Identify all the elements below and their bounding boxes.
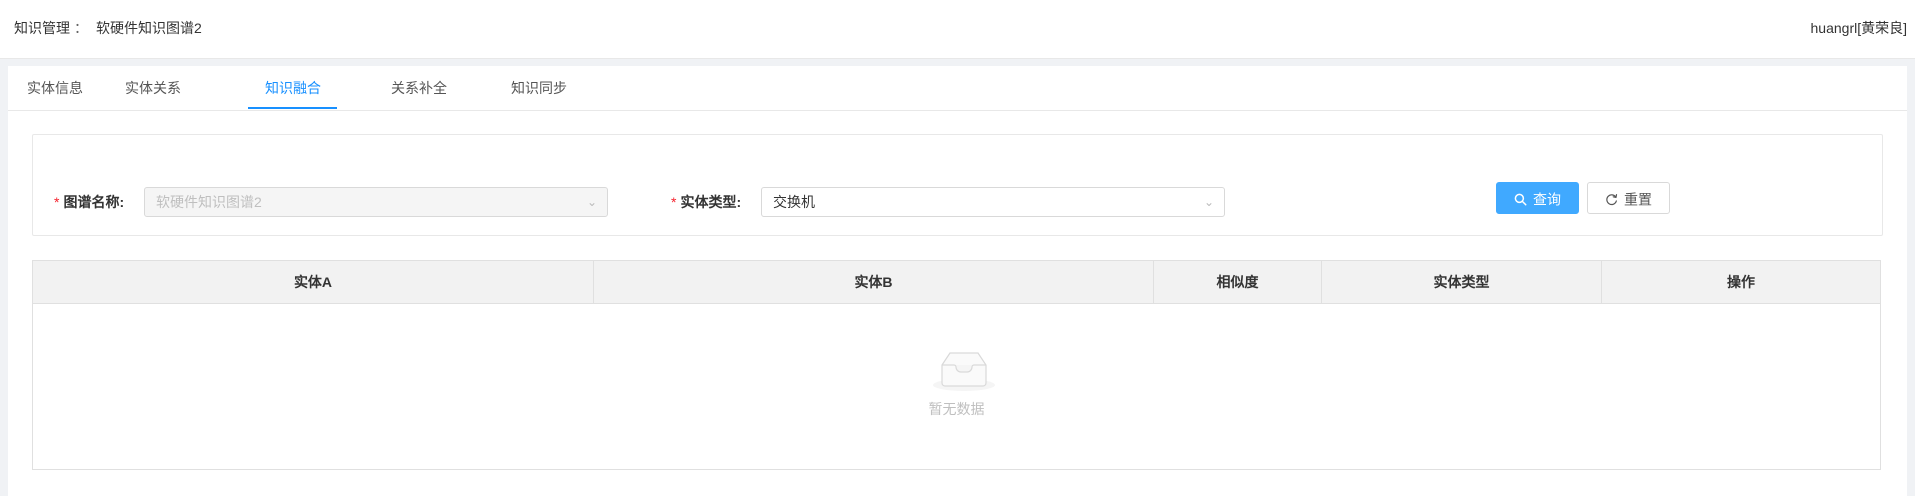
- empty-text: 暂无数据: [928, 401, 985, 417]
- tab-knowledge-sync[interactable]: 知识同步: [504, 66, 574, 110]
- entity-type-select[interactable]: 交换机 ⌄: [761, 187, 1225, 217]
- entity-type-value: 交换机: [773, 194, 815, 210]
- active-tab-indicator: [248, 107, 337, 109]
- breadcrumb-current: 软硬件知识图谱2: [96, 20, 202, 36]
- search-icon: [1514, 193, 1527, 206]
- chevron-down-icon: ⌄: [586, 195, 597, 209]
- column-entity-a: 实体A: [33, 261, 594, 303]
- table-header: 实体A 实体B 相似度 实体类型 操作: [33, 261, 1880, 304]
- tab-entity-relation[interactable]: 实体关系: [118, 66, 188, 110]
- column-entity-b: 实体B: [594, 261, 1154, 303]
- entity-type-label: * 实体类型:: [671, 194, 742, 210]
- tab-bar: 实体信息 实体关系 知识融合 关系补全 知识同步: [8, 66, 1907, 111]
- tab-relation-completion[interactable]: 关系补全: [384, 66, 454, 110]
- empty-inbox-icon: [933, 352, 995, 391]
- breadcrumb-separator: ：: [74, 20, 88, 36]
- column-actions: 操作: [1727, 274, 1755, 290]
- main-content: 实体信息 实体关系 知识融合 关系补全 知识同步 * 图谱名称: 软硬件知识图谱2…: [8, 66, 1907, 496]
- graph-name-label: * 图谱名称:: [54, 194, 125, 210]
- required-mark: *: [54, 194, 60, 210]
- tab-knowledge-fusion[interactable]: 知识融合: [258, 66, 328, 110]
- reset-button[interactable]: 重置: [1587, 182, 1670, 214]
- query-button[interactable]: 查询: [1496, 182, 1579, 214]
- empty-state: 暂无数据: [33, 303, 1880, 469]
- fusion-result-table: 实体A 实体B 相似度 实体类型 操作 暂无数据: [32, 260, 1881, 470]
- search-panel: * 图谱名称: 软硬件知识图谱2 ⌄ * 实体类型: 交换机 ⌄ 查询 重置: [32, 134, 1883, 236]
- graph-name-value: 软硬件知识图谱2: [156, 194, 262, 210]
- current-user[interactable]: huangrl[黄荣良]: [1811, 18, 1907, 38]
- required-mark: *: [671, 194, 677, 210]
- column-entity-type: 实体类型: [1322, 261, 1602, 303]
- breadcrumb: 知识管理： 软硬件知识图谱2: [14, 18, 202, 38]
- chevron-down-icon: ⌄: [1203, 195, 1214, 209]
- breadcrumb-root[interactable]: 知识管理: [14, 20, 70, 36]
- tab-entity-info[interactable]: 实体信息: [20, 66, 90, 110]
- graph-name-select[interactable]: 软硬件知识图谱2 ⌄: [144, 187, 608, 217]
- reload-icon: [1606, 193, 1618, 205]
- column-similarity: 相似度: [1154, 261, 1322, 303]
- top-header: 知识管理： 软硬件知识图谱2 huangrl[黄荣良]: [0, 0, 1915, 59]
